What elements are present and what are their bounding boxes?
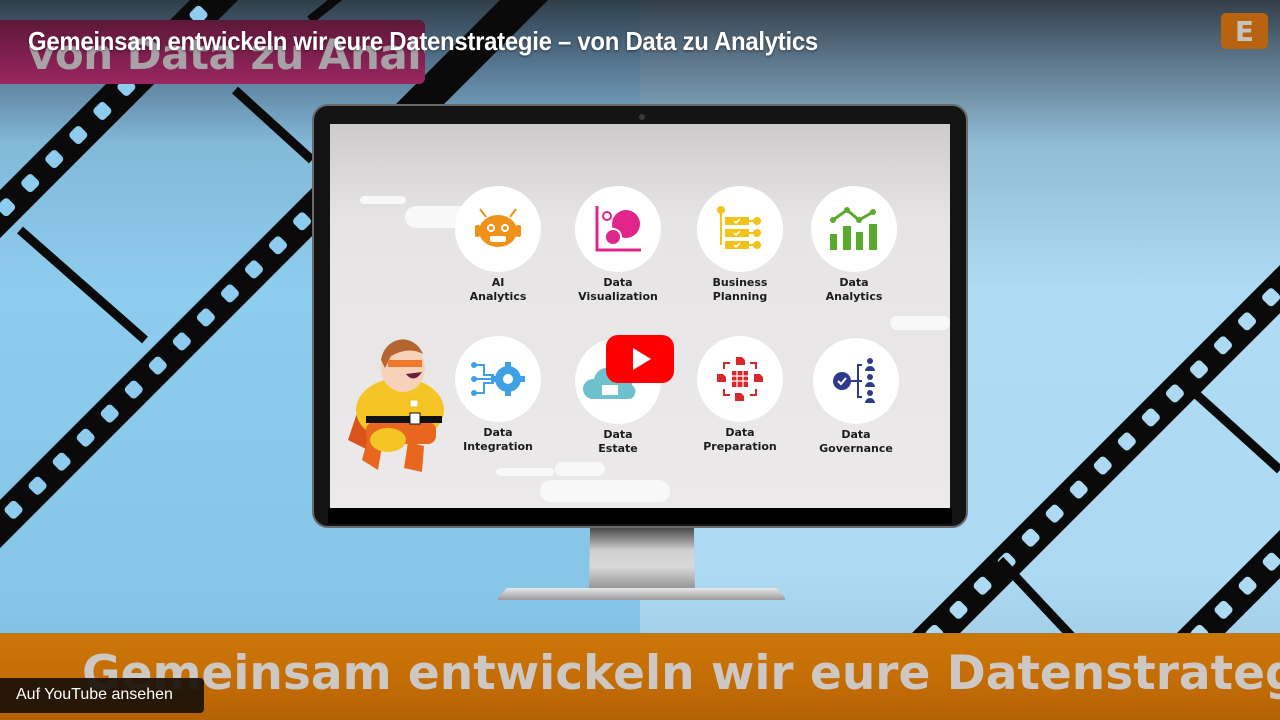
tile-circle <box>455 186 541 272</box>
monitor-stand-neck <box>589 528 695 592</box>
tile-label: AI Analytics <box>469 276 527 303</box>
monitor-screen: AI Analytics Data Visualization Business… <box>330 124 950 508</box>
tile-circle <box>697 186 783 272</box>
tile-circle <box>697 336 783 422</box>
webcam-dot <box>639 114 645 120</box>
tile-label: Data Integration <box>463 426 533 453</box>
video-title-link[interactable]: Gemeinsam entwickeln wir eure Datenstrat… <box>28 26 818 57</box>
tile-label: Data Governance <box>819 428 893 455</box>
monitor-stand-base <box>498 588 785 600</box>
tile-circle <box>575 186 661 272</box>
monitor-illustration: AI Analytics Data Visualization Business… <box>312 104 968 528</box>
channel-logo-letter: E <box>1234 14 1255 48</box>
tile-circle <box>813 338 899 424</box>
cloud-shape <box>360 196 406 204</box>
monitor-chin <box>328 508 952 524</box>
check-hierarchy-icon <box>833 358 875 403</box>
tile-label: Business Planning <box>712 276 768 303</box>
channel-logo[interactable]: E <box>1221 13 1268 49</box>
cloud-shape <box>496 468 554 476</box>
gear-circuit-icon <box>471 362 525 396</box>
tile-label: Data Analytics <box>825 276 883 303</box>
tile-label: Data Visualization <box>578 276 658 303</box>
cloud-shape <box>540 480 670 502</box>
play-icon <box>633 348 651 370</box>
cloud-shape <box>890 316 950 330</box>
tile-label: Data Estate <box>598 428 638 455</box>
thumbnail-bottom-banner-text: Gemeinsam entwickeln wir eure Datenstrat… <box>82 646 1280 701</box>
bar-line-chart-icon <box>830 207 877 250</box>
bubble-chart-icon <box>595 206 641 252</box>
youtube-play-button[interactable] <box>606 335 674 383</box>
tile-circle <box>811 186 897 272</box>
tile-label: Data Preparation <box>703 426 777 453</box>
checklist-icon <box>717 206 761 249</box>
tile-circle <box>455 336 541 422</box>
table-docs-icon <box>717 357 763 401</box>
watch-on-youtube-button[interactable]: Auf YouTube ansehen <box>0 678 204 713</box>
cloud-shape <box>555 462 605 476</box>
robot-icon <box>475 208 521 247</box>
superhero-mascot-illustration <box>348 339 444 472</box>
